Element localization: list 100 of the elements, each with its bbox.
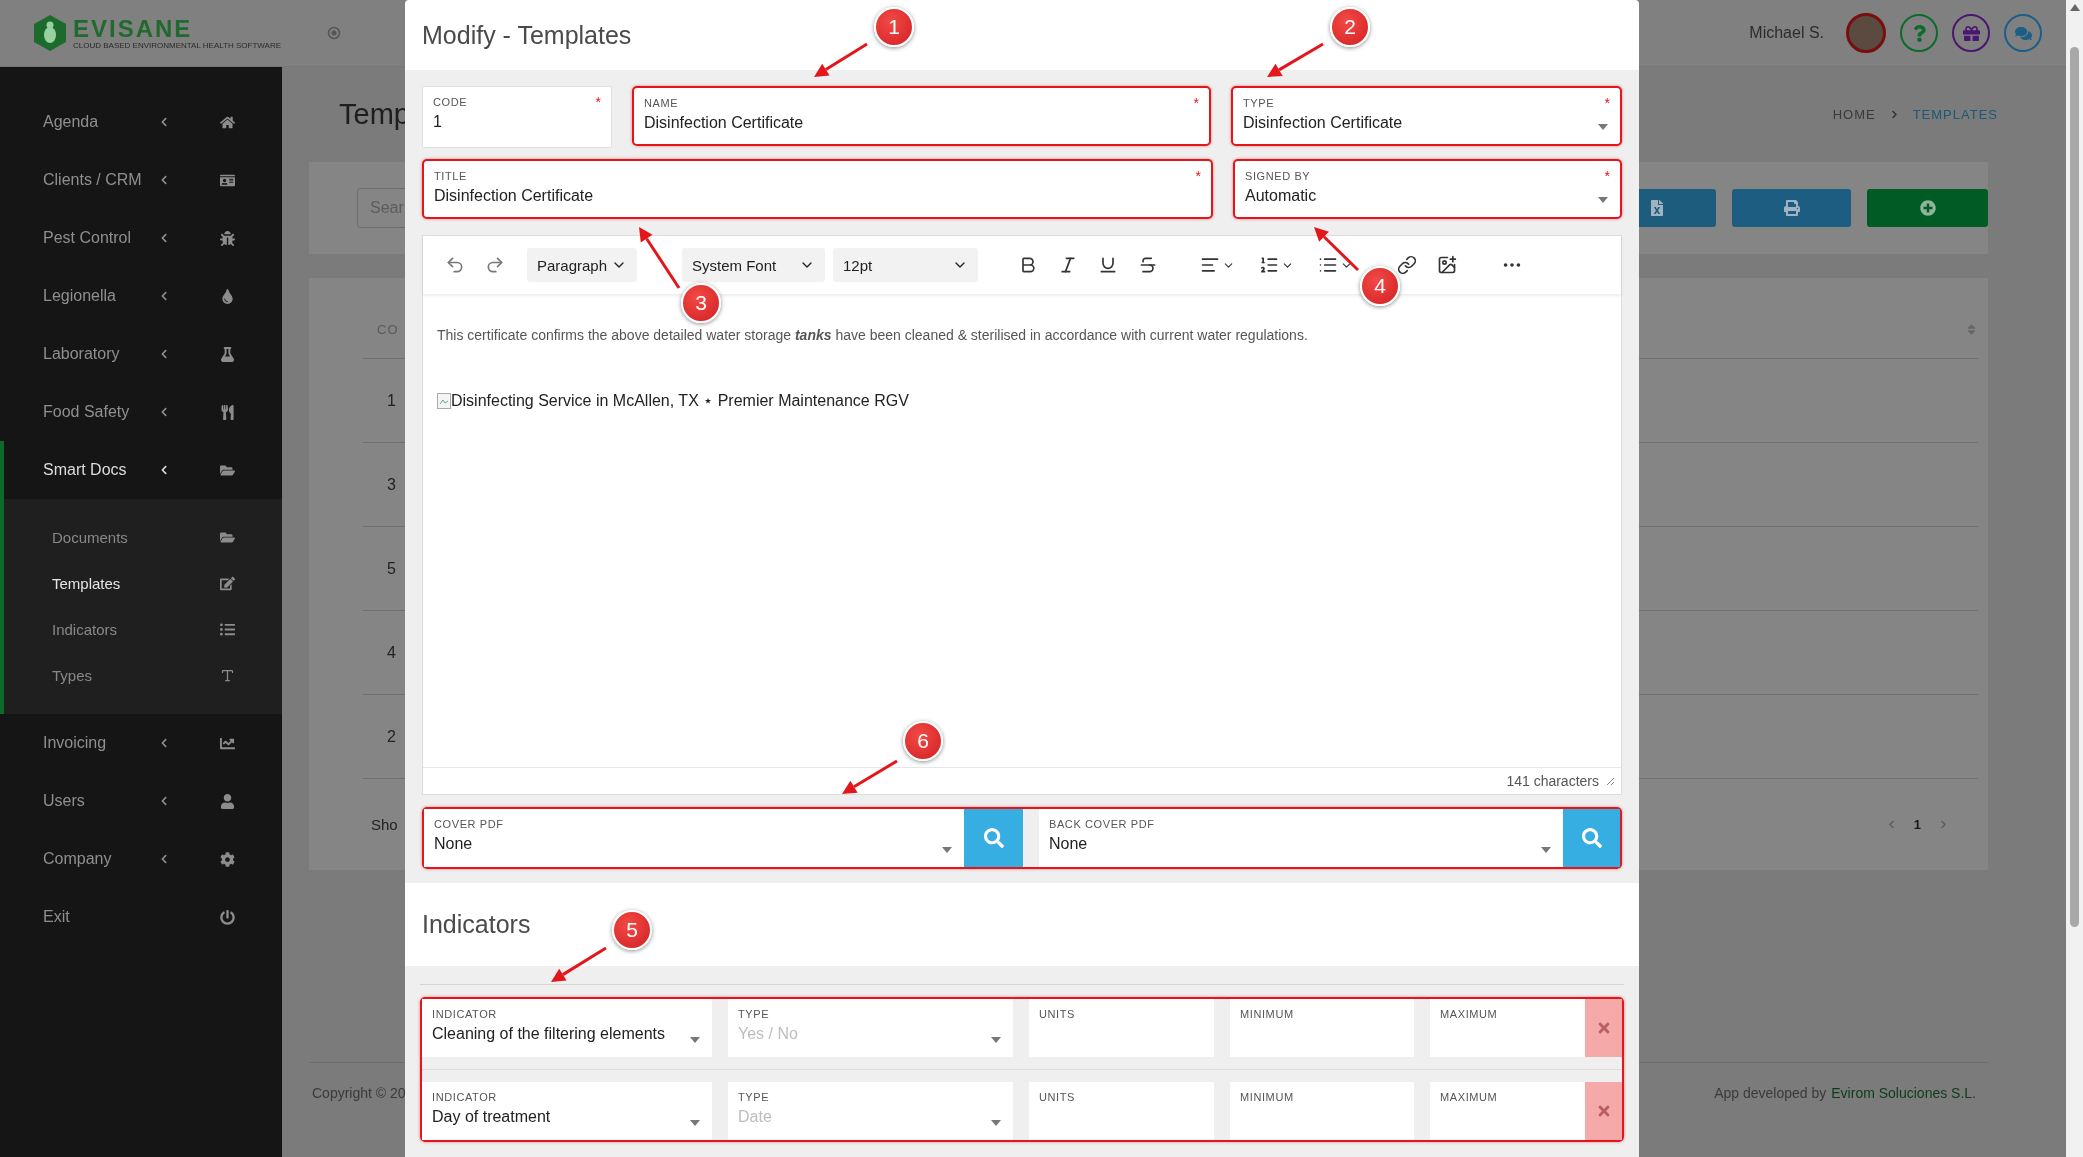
resize-grip-icon[interactable] [1605,776,1615,786]
field-label: CODE [433,96,468,108]
block-format-select[interactable]: Paragraph [527,248,637,282]
input-field[interactable]: CODE 1 * [422,86,612,148]
table-cell: 5 [387,559,396,578]
logo-icon [33,14,67,52]
input-field[interactable]: UNITS [1029,999,1214,1057]
select-field[interactable]: SIGNED BY Automatic * [1233,159,1622,219]
field-label: MAXIMUM [1440,1091,1498,1103]
avatar[interactable] [1846,13,1886,53]
field-label: UNITS [1039,1091,1075,1103]
power-icon [220,909,235,925]
caret-icon [991,1120,1001,1126]
sidebar-item[interactable]: Smart Docs [4,441,282,499]
search-button[interactable] [1563,809,1620,867]
sidebar-item[interactable]: Company [4,830,282,888]
select-field[interactable]: COVER PDF None [424,809,964,867]
caret-icon [991,1037,1001,1043]
input-field[interactable]: TITLE Disinfection Certificate * [422,159,1213,219]
print-button[interactable] [1732,189,1851,227]
chart-icon [220,735,235,751]
link-icon[interactable] [1397,255,1417,275]
home-icon [220,114,235,130]
input-field[interactable]: MAXIMUM [1430,999,1585,1057]
sidebar-item[interactable]: Agenda [4,93,282,151]
submenu-item[interactable]: Indicators [4,606,282,652]
underline-icon[interactable] [1098,255,1118,275]
field-value: Yes / No [738,1025,798,1043]
select-field[interactable]: INDICATOR Day of treatment [422,1082,712,1140]
italic-icon[interactable] [1058,255,1078,275]
input-field[interactable]: NAME Disinfection Certificate * [632,86,1211,146]
field-value: 1 [433,113,442,131]
select-field[interactable]: BACK COVER PDF None [1039,809,1563,867]
settings-icon [220,851,235,867]
brand-tagline: CLOUD BASED ENVIRONMENTAL HEALTH SOFTWARE [73,40,282,50]
image-alt-text: Disinfecting Service in McAllen, TX ⋆ Premier Maintenance RGV [451,391,909,410]
input-field[interactable]: UNITS [1029,1082,1214,1140]
scrollbar-thumb[interactable] [2070,47,2079,927]
field-label: MINIMUM [1240,1091,1294,1103]
field-label: SIGNED BY [1245,170,1311,182]
add-button[interactable] [1867,189,1988,227]
submenu-item[interactable]: Documents [4,514,282,560]
field-label: BACK COVER PDF [1049,818,1155,830]
required-mark: * [1604,168,1610,184]
strikethrough-icon[interactable] [1138,255,1158,275]
field-value: Automatic [1245,187,1317,205]
flask-icon [220,346,235,362]
field-label: TITLE [434,170,467,182]
gift-icon[interactable] [1952,14,1990,52]
sidebar-item[interactable]: Clients / CRM [4,151,282,209]
submenu-item[interactable]: Types [4,652,282,698]
table-cell: 3 [387,475,396,494]
redo-icon[interactable] [485,255,505,275]
sidebar-item[interactable]: Legionella [4,267,282,325]
text-icon [220,667,235,683]
font-select[interactable]: System Font [682,248,825,282]
list-icon [220,621,235,637]
sidebar-item[interactable]: Exit [4,888,282,946]
field-label: MINIMUM [1240,1008,1294,1020]
sidebar-item[interactable]: Pest Control [4,209,282,267]
table-cell: 4 [387,643,396,662]
plus-icon [1919,200,1936,216]
field-value: Disinfection Certificate [1243,114,1403,132]
page-link[interactable]: 1 [1913,816,1921,832]
print-icon [1783,200,1800,216]
broken-image-icon [437,392,451,409]
search-icon [1581,828,1602,848]
sidebar-item[interactable]: Users [4,772,282,830]
field-label: UNITS [1039,1008,1075,1020]
input-field[interactable]: MINIMUM [1230,1082,1414,1140]
annotation-arrow [814,42,868,77]
sidebar-item[interactable]: Food Safety [4,383,282,441]
input-field[interactable]: MAXIMUM [1430,1082,1585,1140]
image-icon[interactable] [1437,255,1457,275]
submenu-item[interactable]: Templates [4,560,282,606]
undo-icon[interactable] [445,255,465,275]
bullet-list-icon[interactable] [1318,255,1338,275]
caret-icon [1541,847,1551,853]
required-mark: * [1195,168,1201,184]
modal-title: Modify - Templates [422,20,632,50]
field-value: None [434,835,473,853]
scroll-up-icon[interactable] [2069,4,2080,11]
section-title: Indicators [422,910,531,939]
character-count: 141 characters [1506,773,1599,789]
delete-button[interactable] [1585,999,1622,1057]
align-left-icon[interactable] [1200,255,1220,275]
field-label: MAXIMUM [1440,1008,1498,1020]
required-mark: * [595,94,601,110]
input-field[interactable]: MINIMUM [1230,999,1414,1057]
user-name: Michael S. [1749,24,1824,42]
numbered-list-icon[interactable] [1259,255,1279,275]
scrollbar[interactable] [2066,0,2083,1157]
delete-button[interactable] [1585,1082,1622,1140]
field-label: NAME [644,97,679,109]
sidebar-item[interactable]: Invoicing [4,714,282,772]
search-button[interactable] [964,809,1023,867]
sidebar-item[interactable]: Laboratory [4,325,282,383]
select-field[interactable]: INDICATOR Cleaning of the filtering elements [422,999,712,1057]
select-field[interactable]: TYPE Disinfection Certificate * [1231,86,1622,146]
font-size-select[interactable]: 12pt [833,248,978,282]
